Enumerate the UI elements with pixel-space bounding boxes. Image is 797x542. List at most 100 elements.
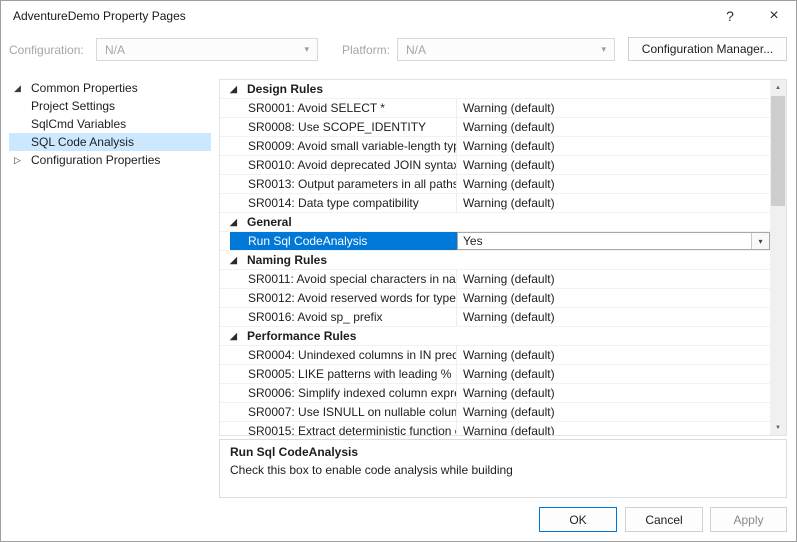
property-name[interactable]: SR0015: Extract deterministic function c…	[230, 422, 457, 436]
tree-item-label: SQL Code Analysis	[31, 135, 134, 149]
tree-item-sql-code-analysis[interactable]: SQL Code Analysis	[9, 133, 211, 151]
property-row[interactable]: SR0007: Use ISNULL on nullable columnWar…	[220, 403, 770, 422]
property-name[interactable]: SR0009: Avoid small variable-length typ	[230, 137, 457, 155]
property-row[interactable]: SR0015: Extract deterministic function c…	[220, 422, 770, 436]
property-grid: ◢Design RulesSR0001: Avoid SELECT *Warni…	[219, 79, 787, 436]
section-header-general[interactable]: ◢General	[220, 213, 770, 232]
tree-item-label: Configuration Properties	[31, 153, 160, 167]
value-dropdown-button[interactable]: ▾	[751, 233, 769, 249]
property-row[interactable]: SR0010: Avoid deprecated JOIN syntaxWarn…	[220, 156, 770, 175]
row-gutter	[220, 289, 230, 307]
property-name[interactable]: SR0013: Output parameters in all paths	[230, 175, 457, 193]
chevron-down-icon: ▾	[601, 44, 606, 55]
row-gutter	[220, 270, 230, 288]
tree-item-common-properties[interactable]: ◢Common Properties	[9, 79, 211, 97]
property-name[interactable]: SR0016: Avoid sp_ prefix	[230, 308, 457, 326]
tree-expanded-icon[interactable]: ◢	[14, 83, 31, 94]
property-row[interactable]: SR0011: Avoid special characters in namW…	[220, 270, 770, 289]
section-title: Performance Rules	[247, 329, 356, 343]
properties-tree: ◢Common Properties Project Settings SqlCmd…	[9, 79, 211, 169]
property-value[interactable]: Warning (default)	[457, 403, 770, 421]
row-gutter	[220, 308, 230, 326]
property-row[interactable]: SR0014: Data type compatibilityWarning (…	[220, 194, 770, 213]
section-header-performance-rules[interactable]: ◢Performance Rules	[220, 327, 770, 346]
property-name[interactable]: SR0007: Use ISNULL on nullable column	[230, 403, 457, 421]
row-gutter	[220, 194, 230, 212]
property-row[interactable]: SR0012: Avoid reserved words for type nW…	[220, 289, 770, 308]
section-expanded-icon[interactable]: ◢	[230, 255, 247, 266]
tree-collapsed-icon[interactable]: ▷	[14, 155, 31, 166]
property-value[interactable]: Warning (default)	[457, 289, 770, 307]
property-name[interactable]: SR0005: LIKE patterns with leading %	[230, 365, 457, 383]
property-name[interactable]: SR0004: Unindexed columns in IN predic	[230, 346, 457, 364]
property-value[interactable]: Warning (default)	[457, 422, 770, 436]
tree-item-sqlcmd-variables[interactable]: SqlCmd Variables	[9, 115, 211, 133]
property-name[interactable]: SR0012: Avoid reserved words for type n	[230, 289, 457, 307]
property-row[interactable]: SR0008: Use SCOPE_IDENTITYWarning (defau…	[220, 118, 770, 137]
scroll-up-icon[interactable]: ▲	[770, 80, 786, 95]
property-name[interactable]: SR0001: Avoid SELECT *	[230, 99, 457, 117]
configuration-value: N/A	[105, 43, 125, 57]
property-value[interactable]: Warning (default)	[457, 156, 770, 174]
configuration-manager-button[interactable]: Configuration Manager...	[628, 37, 787, 61]
property-name[interactable]: SR0011: Avoid special characters in nam	[230, 270, 457, 288]
property-row[interactable]: Run Sql CodeAnalysisYes▾	[220, 232, 770, 251]
ok-button[interactable]: OK	[539, 507, 617, 532]
property-value[interactable]: Warning (default)	[457, 175, 770, 193]
property-value[interactable]: Warning (default)	[457, 346, 770, 364]
cancel-button[interactable]: Cancel	[625, 507, 703, 532]
row-gutter	[220, 365, 230, 383]
property-value[interactable]: Warning (default)	[457, 99, 770, 117]
property-row[interactable]: SR0004: Unindexed columns in IN predicWa…	[220, 346, 770, 365]
section-expanded-icon[interactable]: ◢	[230, 217, 247, 228]
property-row[interactable]: SR0016: Avoid sp_ prefixWarning (default…	[220, 308, 770, 327]
tree-item-label: SqlCmd Variables	[31, 117, 126, 131]
tree-item-project-settings[interactable]: Project Settings	[9, 97, 211, 115]
row-gutter	[220, 175, 230, 193]
property-value[interactable]: Warning (default)	[457, 270, 770, 288]
property-name[interactable]: SR0008: Use SCOPE_IDENTITY	[230, 118, 457, 136]
row-gutter	[220, 118, 230, 136]
description-panel: Run Sql CodeAnalysis Check this box to e…	[219, 439, 787, 498]
section-header-design-rules[interactable]: ◢Design Rules	[220, 80, 770, 99]
section-expanded-icon[interactable]: ◢	[230, 84, 247, 95]
tree-item-configuration-properties[interactable]: ▷Configuration Properties	[9, 151, 211, 169]
property-row[interactable]: SR0006: Simplify indexed column expresWa…	[220, 384, 770, 403]
property-row[interactable]: SR0005: LIKE patterns with leading %Warn…	[220, 365, 770, 384]
scroll-down-icon[interactable]: ▼	[770, 420, 786, 435]
property-value[interactable]: Yes▾	[457, 232, 770, 250]
platform-dropdown[interactable]: N/A ▾	[397, 38, 615, 61]
property-row[interactable]: SR0001: Avoid SELECT *Warning (default)	[220, 99, 770, 118]
row-gutter	[220, 99, 230, 117]
configuration-label: Configuration:	[9, 43, 84, 57]
property-value[interactable]: Warning (default)	[457, 384, 770, 402]
row-gutter	[220, 403, 230, 421]
configuration-dropdown[interactable]: N/A ▾	[96, 38, 318, 61]
property-row[interactable]: SR0013: Output parameters in all pathsWa…	[220, 175, 770, 194]
title-bar: AdventureDemo Property Pages ? ×	[1, 1, 796, 31]
property-value[interactable]: Warning (default)	[457, 365, 770, 383]
property-name[interactable]: Run Sql CodeAnalysis	[230, 232, 457, 250]
row-gutter	[220, 346, 230, 364]
section-expanded-icon[interactable]: ◢	[230, 331, 247, 342]
description-title: Run Sql CodeAnalysis	[230, 445, 776, 459]
property-value[interactable]: Warning (default)	[457, 118, 770, 136]
property-name[interactable]: SR0006: Simplify indexed column expres	[230, 384, 457, 402]
property-row[interactable]: SR0009: Avoid small variable-length typW…	[220, 137, 770, 156]
tree-item-label: Project Settings	[31, 99, 115, 113]
row-gutter	[220, 156, 230, 174]
scrollbar-thumb[interactable]	[771, 96, 785, 206]
property-value[interactable]: Warning (default)	[457, 137, 770, 155]
help-button[interactable]: ?	[708, 1, 752, 31]
row-gutter	[220, 137, 230, 155]
close-button[interactable]: ×	[752, 1, 796, 31]
property-value[interactable]: Warning (default)	[457, 308, 770, 326]
section-header-naming-rules[interactable]: ◢Naming Rules	[220, 251, 770, 270]
property-name[interactable]: SR0010: Avoid deprecated JOIN syntax	[230, 156, 457, 174]
platform-value: N/A	[406, 43, 426, 57]
tree-item-label: Common Properties	[31, 81, 138, 95]
vertical-scrollbar[interactable]: ▲ ▼	[770, 80, 786, 435]
apply-button[interactable]: Apply	[710, 507, 787, 532]
property-value[interactable]: Warning (default)	[457, 194, 770, 212]
property-name[interactable]: SR0014: Data type compatibility	[230, 194, 457, 212]
